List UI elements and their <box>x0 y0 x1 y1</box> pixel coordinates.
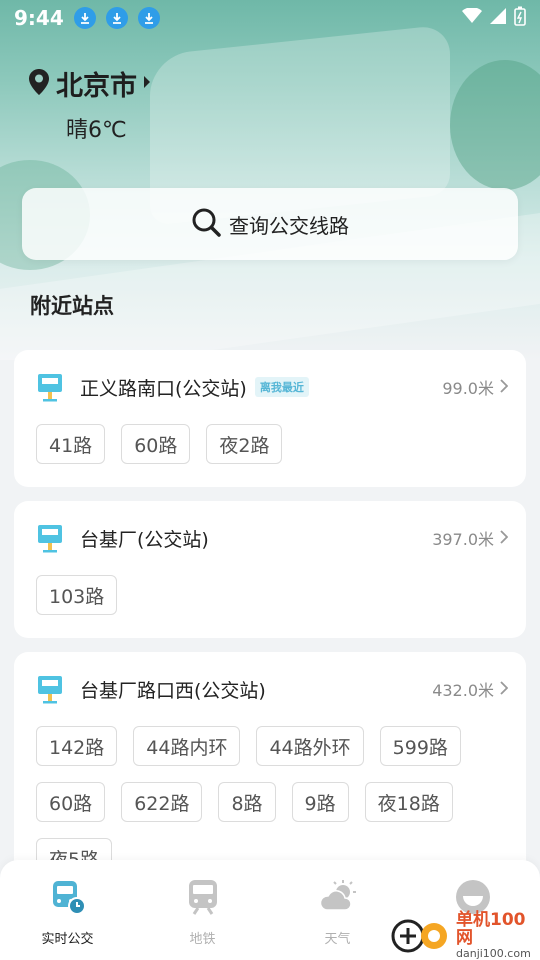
bus-clock-icon <box>49 878 87 920</box>
subway-icon <box>185 878 221 920</box>
city-name: 北京市 <box>56 71 137 102</box>
route-chip[interactable]: 夜18路 <box>364 782 453 822</box>
battery-icon <box>514 6 526 30</box>
route-chip[interactable]: 60路 <box>121 424 191 464</box>
search-icon <box>191 207 221 241</box>
route-list: 142路 44路内环 44路外环 599路 60路 622路 8路 9路 夜18… <box>36 726 508 878</box>
nav-weather[interactable]: 天气 <box>270 860 405 960</box>
route-chip[interactable]: 41路 <box>36 424 106 464</box>
wifi-icon <box>462 7 482 28</box>
nav-label: 天气 <box>324 932 351 947</box>
status-time: 9:44 <box>14 6 64 30</box>
station-card[interactable]: 台基厂(公交站) 397.0米 103路 <box>14 501 526 638</box>
route-chip[interactable]: 60路 <box>36 782 106 822</box>
nearest-badge: 离我最近 <box>254 377 309 397</box>
search-label: 查询公交线路 <box>229 213 349 238</box>
bus-stop-icon <box>36 523 64 553</box>
station-distance: 397.0米 <box>432 526 509 550</box>
download-icon <box>105 7 128 29</box>
route-chip[interactable]: 9路 <box>291 782 349 822</box>
nav-subway[interactable]: 地铁 <box>135 860 270 960</box>
route-list: 41路 60路 夜2路 <box>36 424 508 464</box>
bus-stop-icon <box>36 674 64 704</box>
status-bar: 9:44 <box>0 0 540 36</box>
distance-text: 397.0米 <box>432 530 494 549</box>
weather-text: 晴6℃ <box>66 118 127 143</box>
weather-icon <box>319 878 357 920</box>
station-distance: 99.0米 <box>442 375 509 399</box>
site-watermark: 单机100网 danji100.com <box>390 912 540 960</box>
city-selector[interactable]: 北京市 <box>28 64 151 103</box>
station-distance: 432.0米 <box>432 677 509 701</box>
station-name: 正义路南口(公交站) <box>80 377 247 400</box>
station-card[interactable]: 正义路南口(公交站) 离我最近 99.0米 41路 60路 夜2路 <box>14 350 526 487</box>
chevron-right-icon <box>500 680 509 699</box>
route-chip[interactable]: 44路内环 <box>133 726 241 766</box>
watermark-logo-icon <box>390 914 452 958</box>
station-name: 台基厂(公交站) <box>80 528 209 551</box>
location-pin-icon <box>28 68 50 100</box>
route-chip[interactable]: 142路 <box>36 726 118 766</box>
route-chip[interactable]: 8路 <box>218 782 276 822</box>
distance-text: 432.0米 <box>432 681 494 700</box>
nav-realtime-bus[interactable]: 实时公交 <box>0 860 135 960</box>
route-chip[interactable]: 103路 <box>36 575 118 615</box>
caret-right-icon <box>143 74 151 93</box>
route-chip[interactable]: 44路外环 <box>256 726 364 766</box>
nav-label: 地铁 <box>189 932 216 947</box>
watermark-main: 单机100网 <box>456 910 526 949</box>
chevron-right-icon <box>500 529 509 548</box>
distance-text: 99.0米 <box>442 379 494 398</box>
route-list: 103路 <box>36 575 508 615</box>
section-title: 附近站点 <box>30 294 114 318</box>
download-icon <box>137 7 160 29</box>
chevron-right-icon <box>500 378 509 397</box>
watermark-sub: danji100.com <box>456 947 531 960</box>
search-bus-route-button[interactable]: 查询公交线路 <box>22 188 518 260</box>
route-chip[interactable]: 622路 <box>121 782 203 822</box>
signal-icon <box>490 8 506 28</box>
route-chip[interactable]: 599路 <box>379 726 461 766</box>
nav-label: 实时公交 <box>41 932 94 947</box>
station-name: 台基厂路口西(公交站) <box>80 679 266 702</box>
route-chip[interactable]: 夜2路 <box>206 424 283 464</box>
download-icon <box>73 7 96 29</box>
bus-stop-icon <box>36 372 64 402</box>
